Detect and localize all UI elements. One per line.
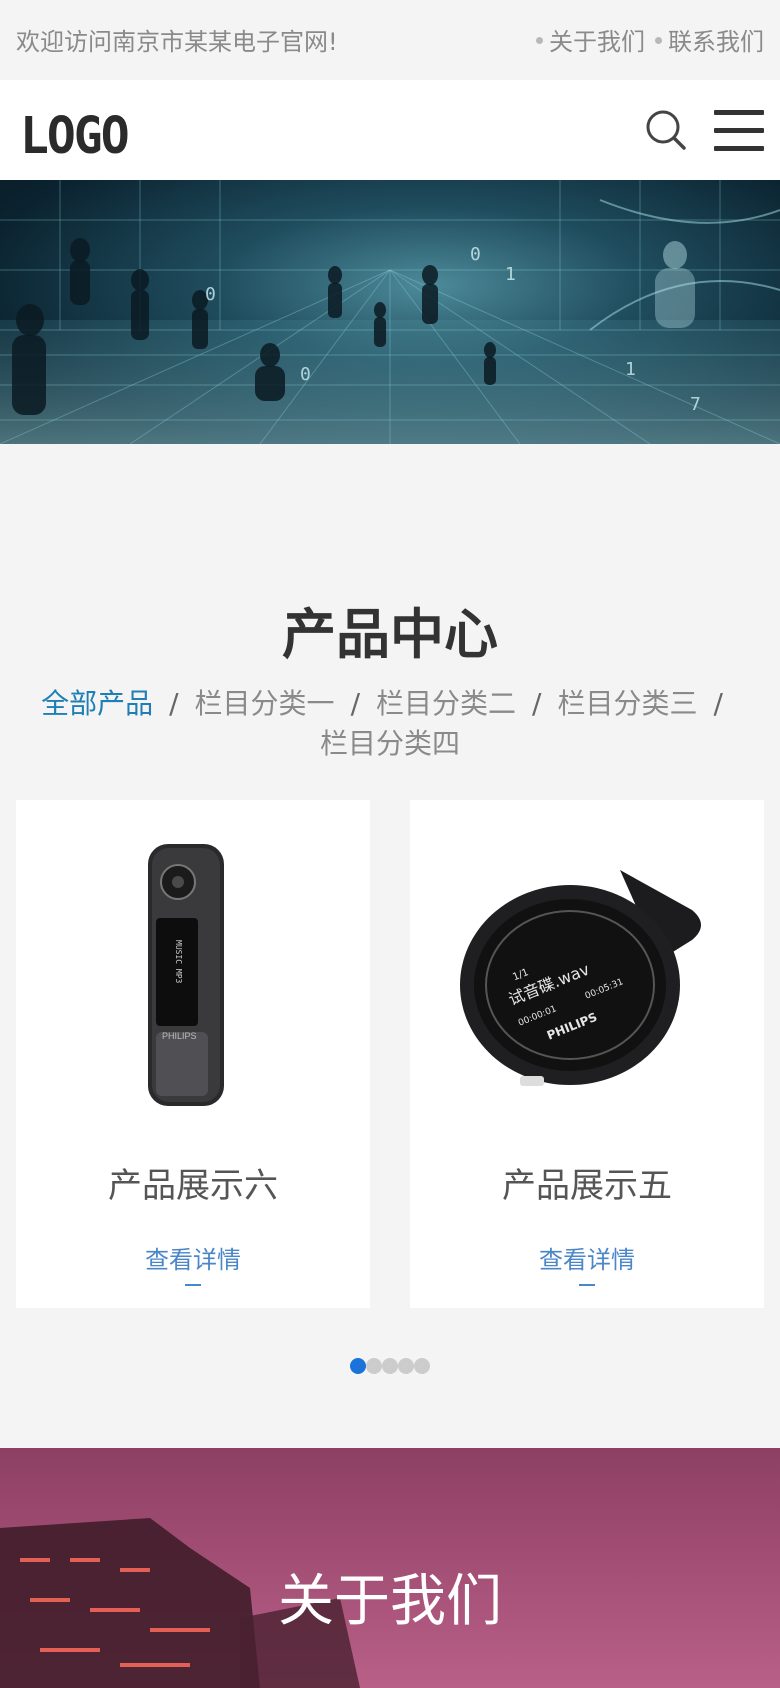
product-card[interactable]: 1/1 试音碟.wav 00:00:01 00:05:31 PHILIPS 产品…	[410, 800, 764, 1308]
top-bar: 欢迎访问南京市某某电子官网! 关于我们 联系我们	[0, 0, 780, 80]
product-name[interactable]: 产品展示五	[410, 1158, 764, 1207]
menu-line	[714, 128, 764, 133]
category-1[interactable]: 栏目分类一	[195, 684, 335, 724]
category-separator: /	[350, 687, 360, 720]
pagination-dot[interactable]	[414, 1358, 430, 1374]
svg-text:1: 1	[625, 359, 636, 380]
svg-text:0: 0	[470, 244, 481, 265]
category-separator: /	[713, 687, 723, 720]
pagination-dot[interactable]	[366, 1358, 382, 1374]
top-link-contact[interactable]: 联系我们	[655, 22, 764, 57]
view-details-link[interactable]: 查看详情	[16, 1240, 370, 1275]
category-filter: 全部产品 / 栏目分类一 / 栏目分类二 / 栏目分类三 / 栏目分类四	[40, 684, 740, 764]
pagination-dot[interactable]	[398, 1358, 414, 1374]
svg-text:1: 1	[505, 264, 516, 285]
pagination-dot[interactable]	[382, 1358, 398, 1374]
link-underline	[579, 1284, 595, 1286]
product-image[interactable]: 1/1 试音碟.wav 00:00:01 00:05:31 PHILIPS	[410, 800, 764, 1140]
carousel-pagination	[350, 1358, 430, 1374]
top-link-contact-label: 联系我们	[668, 28, 764, 56]
product-name[interactable]: 产品展示六	[16, 1158, 370, 1207]
svg-text:MUSIC MP3: MUSIC MP3	[174, 940, 183, 984]
product-center-section: 产品中心 全部产品 / 栏目分类一 / 栏目分类二 / 栏目分类三 / 栏目分类四 PHILIP…	[0, 444, 780, 1448]
top-link-about[interactable]: 关于我们	[536, 22, 645, 57]
category-all[interactable]: 全部产品	[41, 684, 153, 724]
link-underline	[185, 1284, 201, 1286]
svg-text:7: 7	[690, 394, 701, 415]
bullet-icon	[655, 37, 662, 44]
menu-line	[714, 110, 764, 115]
view-details-link[interactable]: 查看详情	[410, 1240, 764, 1275]
product-image[interactable]: PHILIPS MUSIC MP3	[16, 800, 370, 1140]
svg-text:0: 0	[205, 284, 216, 305]
about-section: 关于我们	[0, 1448, 780, 1688]
section-title: 产品中心	[282, 603, 498, 666]
top-links: 关于我们 联系我们	[536, 22, 764, 57]
site-header: LOGO	[0, 80, 780, 180]
site-logo[interactable]: LOGO	[20, 107, 130, 166]
product-card[interactable]: PHILIPS MUSIC MP3 产品展示六 查看详情	[16, 800, 370, 1308]
category-separator: /	[532, 687, 542, 720]
top-link-about-label: 关于我们	[549, 28, 645, 56]
category-4[interactable]: 栏目分类四	[320, 724, 460, 764]
svg-text:PHILIPS: PHILIPS	[162, 1031, 197, 1041]
menu-line	[714, 146, 764, 151]
category-3[interactable]: 栏目分类三	[557, 684, 697, 724]
about-title: 关于我们	[278, 1569, 502, 1634]
pagination-dot-active[interactable]	[350, 1358, 366, 1374]
category-2[interactable]: 栏目分类二	[376, 684, 516, 724]
hero-banner[interactable]: 0 1 0 1 0 7	[0, 180, 780, 444]
search-icon[interactable]	[644, 108, 688, 152]
svg-text:0: 0	[300, 364, 311, 385]
category-separator: /	[169, 687, 179, 720]
bullet-icon	[536, 37, 543, 44]
welcome-text: 欢迎访问南京市某某电子官网!	[16, 28, 338, 56]
hamburger-menu-icon[interactable]	[714, 108, 764, 152]
banner-image: 0 1 0 1 0 7	[0, 180, 780, 444]
